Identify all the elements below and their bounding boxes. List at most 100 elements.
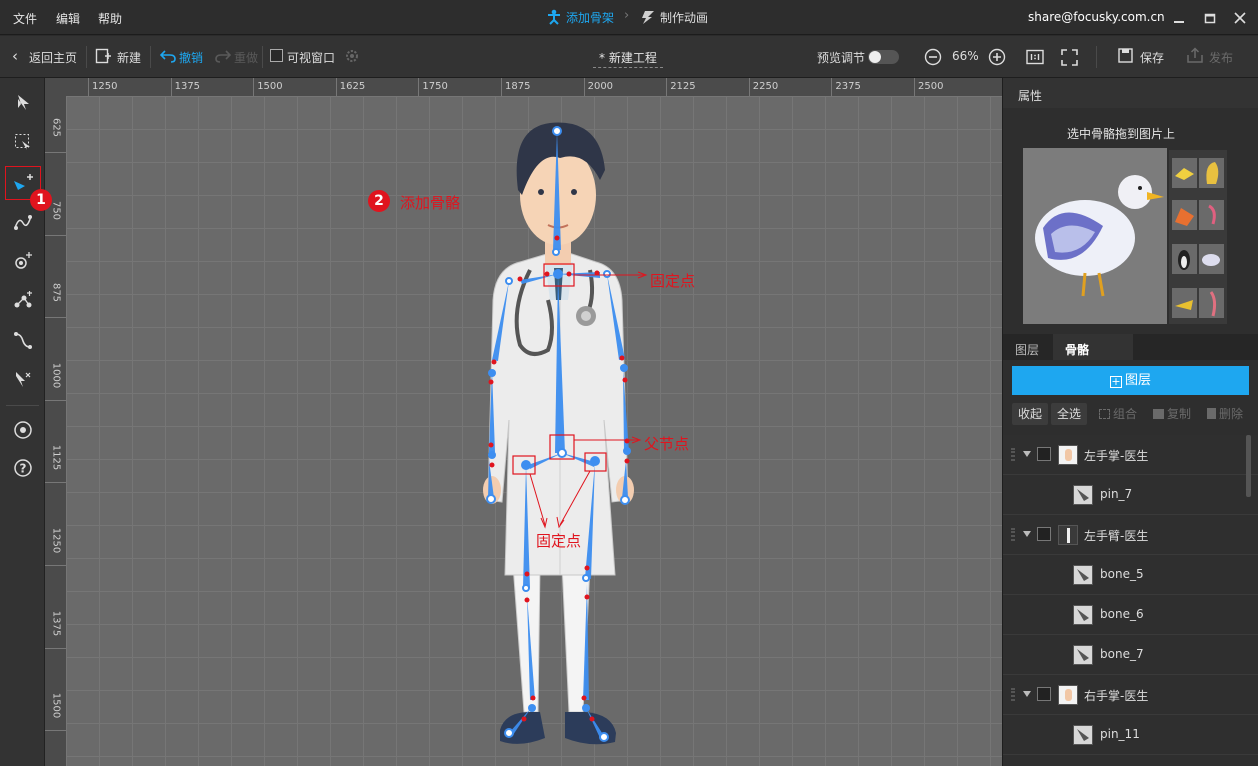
redo-button[interactable]: 重做 (234, 49, 258, 66)
ruler-tick-mark (831, 78, 833, 96)
tab-make-animation[interactable]: 制作动画 (660, 9, 708, 26)
redo-icon[interactable] (215, 49, 231, 63)
new-button[interactable]: 新建 (117, 49, 141, 66)
ruler-top: 1250 1375 1500 1625 1750 1875 2000 2125 2250 2375… (45, 78, 1002, 96)
delete-button[interactable]: 删除 (1201, 403, 1249, 425)
select-all-button[interactable]: 全选 (1051, 403, 1087, 425)
minimize-icon[interactable] (1173, 12, 1185, 24)
add-layer-button[interactable]: + 图层 (1012, 366, 1249, 395)
save-button[interactable]: 保存 (1140, 49, 1164, 66)
bone-row[interactable]: pin_11 (1003, 715, 1258, 755)
ruler-tick-mark (45, 482, 66, 484)
layer-list[interactable]: 左手掌-医生 pin_7 左手臂-医生 bone_5 bone_6 bone_7 (1003, 435, 1258, 766)
box-select-tool[interactable] (7, 126, 39, 158)
curve-bone-tool[interactable] (7, 206, 39, 238)
ruler-tick-mark (666, 78, 668, 96)
project-title[interactable]: * 新建工程 (599, 49, 657, 66)
undo-icon[interactable] (160, 49, 176, 63)
layer-row[interactable]: 右手掌-医生 (1003, 675, 1258, 715)
back-arrow-icon[interactable]: ‹ (12, 47, 18, 65)
drag-handle-icon[interactable] (1011, 688, 1015, 701)
bone-icon (1073, 485, 1093, 505)
delete-label: 删除 (1218, 407, 1243, 421)
group-label: 组合 (1112, 407, 1137, 421)
menu-file[interactable]: 文件 (13, 10, 37, 27)
new-file-icon[interactable] (95, 48, 111, 64)
ruler-tick-mark (748, 78, 750, 96)
add-pin-tool[interactable] (7, 245, 39, 277)
skeleton-icon (548, 9, 560, 25)
ruler-tick-label: 2000 (587, 81, 614, 92)
visibility-tool[interactable] (7, 414, 39, 446)
help-question-icon: ? (14, 459, 32, 477)
hand-thumbnail-icon (1058, 445, 1078, 465)
scrollbar-thumb[interactable] (1246, 435, 1251, 497)
close-icon[interactable] (1234, 12, 1246, 24)
ruler-tick-label: 1250 (50, 527, 62, 554)
hand-thumbnail-icon (1058, 685, 1078, 705)
ruler-tick-label: 1625 (339, 81, 366, 92)
ruler-tick-label: 875 (50, 283, 62, 303)
expand-arrow-icon[interactable] (1023, 691, 1031, 697)
bone-row[interactable]: pin_7 (1003, 475, 1258, 515)
menu-edit[interactable]: 编辑 (56, 10, 80, 27)
drag-handle-icon[interactable] (1011, 528, 1015, 541)
step-2-badge: 2 (368, 190, 390, 212)
settings-gear-icon[interactable] (345, 49, 359, 63)
ruler-tick-mark (501, 78, 502, 96)
remove-bone-tool[interactable] (7, 364, 39, 396)
expand-arrow-icon[interactable] (1023, 451, 1031, 457)
bone-row[interactable]: bone_6 (1003, 595, 1258, 635)
layer-checkbox[interactable] (1037, 527, 1051, 541)
copy-button[interactable]: 复制 (1148, 403, 1196, 425)
divider (6, 405, 39, 406)
ruler-tick-label: 1250 (92, 81, 118, 92)
zoom-out-icon[interactable] (924, 48, 942, 66)
tools-panel: ? (0, 78, 45, 766)
layer-checkbox[interactable] (1037, 687, 1051, 701)
visible-window-label[interactable]: 可视窗口 (287, 49, 335, 66)
bend-tool[interactable] (7, 324, 39, 356)
fullscreen-icon[interactable] (1061, 49, 1078, 66)
actual-size-icon[interactable] (1026, 49, 1044, 65)
layer-checkbox[interactable] (1037, 447, 1051, 461)
collapse-button[interactable]: 收起 (1012, 403, 1048, 425)
menu-help[interactable]: 帮助 (98, 10, 122, 27)
editing-canvas[interactable]: 2 添加骨骼 固定点 父节点 固定点 (66, 96, 1002, 766)
ruler-tick-mark (335, 78, 337, 96)
bone-label: pin_7 (1100, 487, 1133, 501)
ruler-tick-label: 2125 (670, 81, 696, 92)
visible-window-checkbox[interactable] (270, 49, 283, 62)
ruler-tick-label: 2500 (918, 81, 944, 92)
ruler-tick-mark (45, 730, 66, 732)
drag-handle-icon[interactable] (1011, 448, 1015, 461)
expand-arrow-icon[interactable] (1023, 531, 1031, 537)
layer-label: 左手臂-医生 (1084, 529, 1149, 543)
undo-button[interactable]: 撤销 (179, 49, 203, 66)
save-icon[interactable] (1118, 48, 1133, 63)
ruler-tick-label: 1375 (174, 81, 201, 92)
account-email[interactable]: share@focusky.com.cn (1028, 10, 1165, 24)
layer-row[interactable]: 左手臂-医生 (1003, 515, 1258, 555)
select-tool[interactable] (7, 87, 39, 119)
back-home-button[interactable]: 返回主页 (29, 49, 77, 66)
help-tool[interactable]: ? (7, 452, 39, 484)
bone-label: bone_6 (1100, 607, 1144, 621)
demo-thumbnail-grid (1169, 150, 1227, 324)
bone-label: pin_11 (1100, 727, 1140, 741)
bone-row[interactable]: bone_7 (1003, 635, 1258, 675)
tab-add-skeleton[interactable]: 添加骨架 (566, 9, 614, 26)
layer-row[interactable]: 左手掌-医生 (1003, 435, 1258, 475)
ruler-tick-label: 1500 (257, 81, 283, 92)
publish-button[interactable]: 发布 (1209, 49, 1233, 66)
tab-bones[interactable]: 骨骼 (1065, 341, 1089, 358)
maximize-icon[interactable] (1204, 12, 1216, 24)
group-button[interactable]: 组合 (1093, 403, 1143, 425)
zoom-in-icon[interactable] (988, 48, 1006, 66)
bind-bone-tool[interactable] (7, 284, 39, 316)
publish-icon[interactable] (1187, 47, 1203, 63)
bone-icon (1073, 605, 1093, 625)
tab-layers[interactable]: 图层 (1015, 341, 1039, 358)
bone-row[interactable]: bone_5 (1003, 555, 1258, 595)
preview-adjust-toggle[interactable] (868, 50, 899, 64)
